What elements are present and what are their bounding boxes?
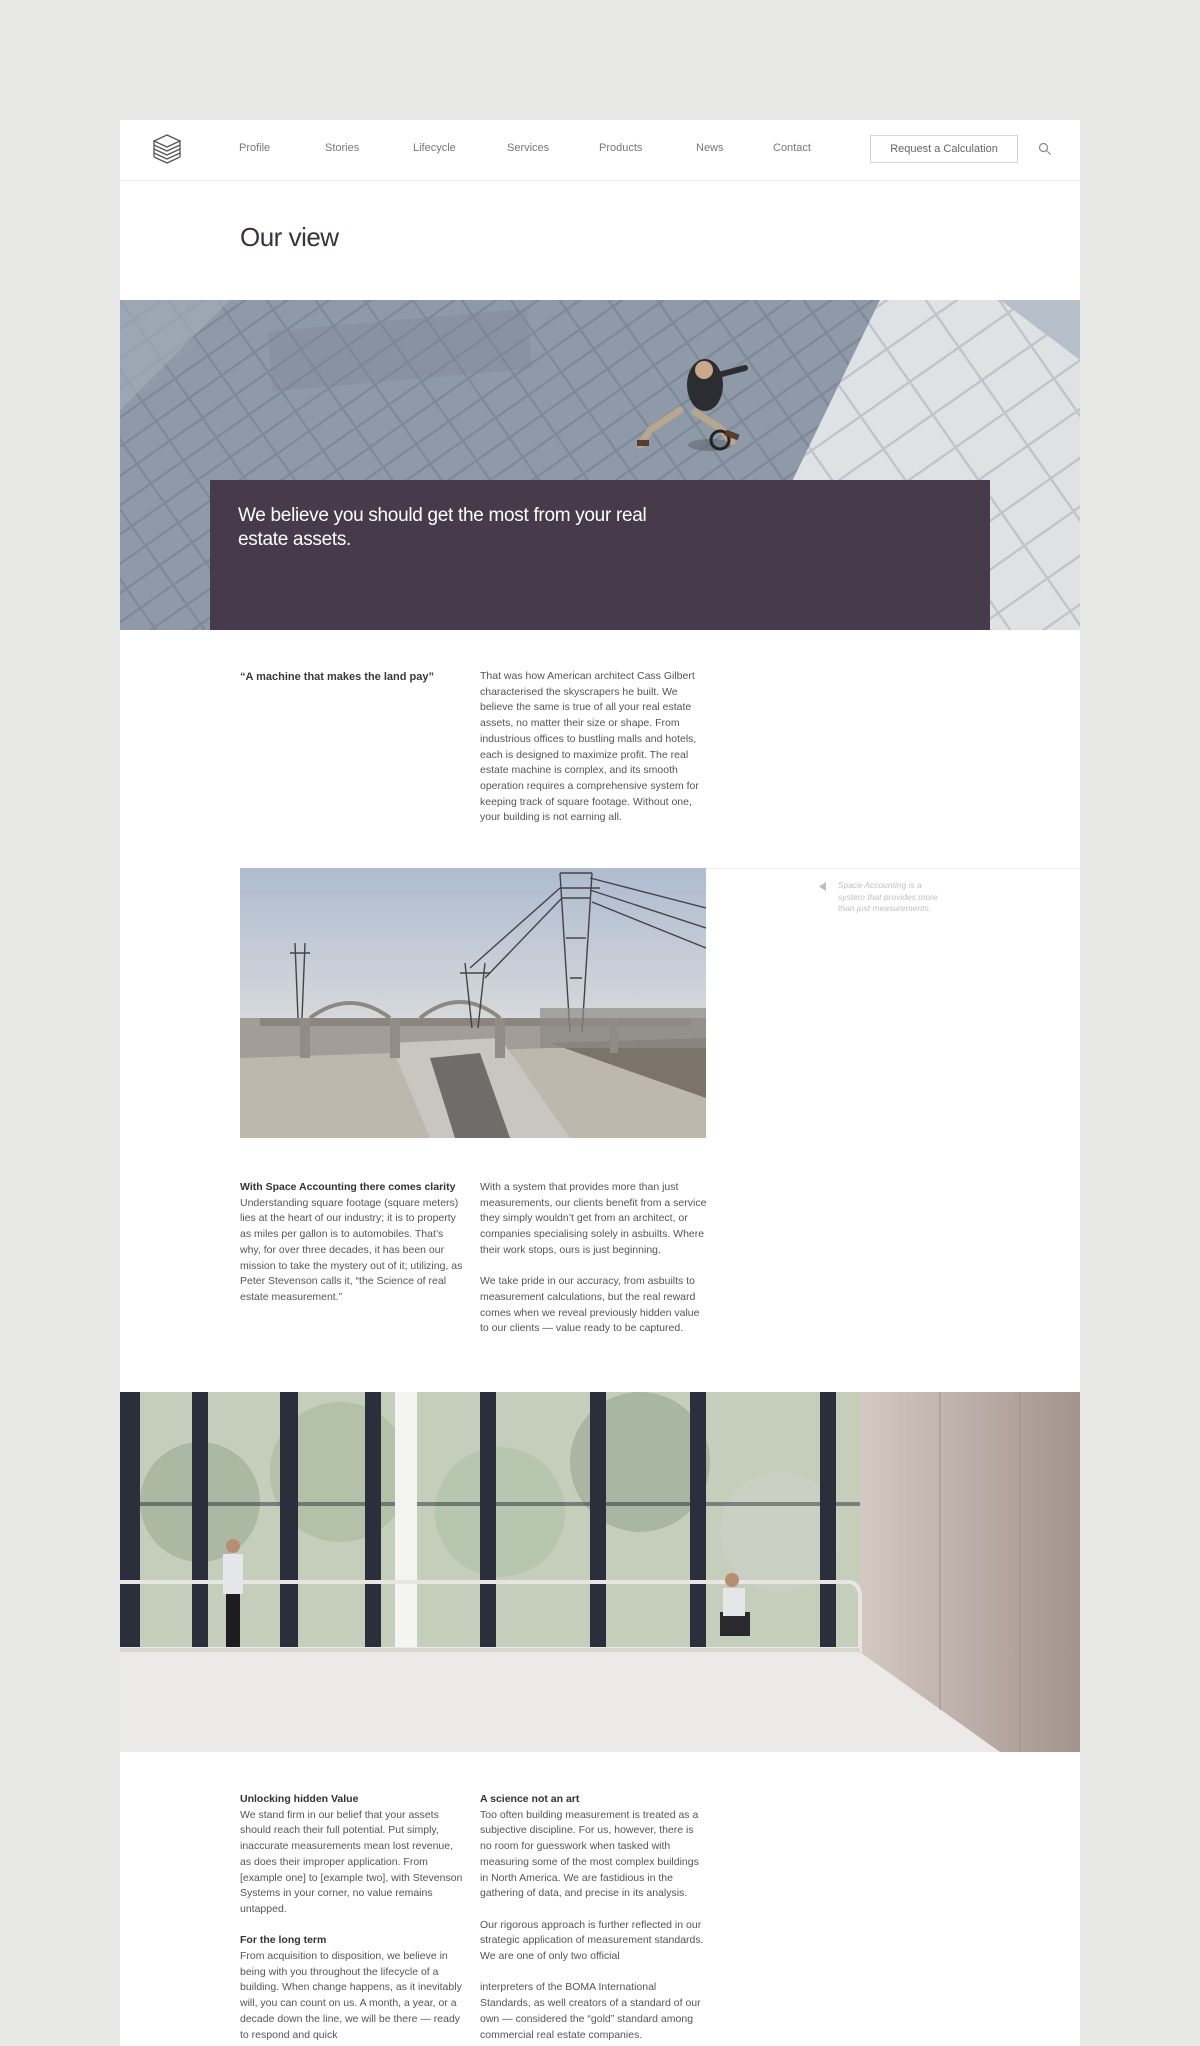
clarity-body-right-p1: With a system that provides more than ju… <box>480 1181 707 1256</box>
hidden-value-heading: Unlocking hidden Value <box>240 1793 359 1805</box>
hero-quote-text: We believe you should get the most from … <box>238 505 647 550</box>
science-heading: A science not an art <box>480 1793 580 1805</box>
clarity-body-right-p2: We take pride in our accuracy, from asbu… <box>480 1275 700 1335</box>
aside-caption: Space Accounting is a system that provid… <box>838 880 938 913</box>
clarity-column-left: With Space Accounting there comes clarit… <box>240 1180 465 1306</box>
divider-line <box>705 868 1080 869</box>
nav-link-products[interactable]: Products <box>599 142 642 154</box>
hero-quote-panel: We believe you should get the most from … <box>210 480 990 630</box>
river-bridge-power-lines-photo <box>240 868 706 1138</box>
caption-arrow-icon <box>819 882 826 891</box>
boma-body: interpreters of the BOMA International S… <box>480 1981 701 2041</box>
nav-link-services[interactable]: Services <box>507 142 549 154</box>
search-icon[interactable] <box>1038 142 1052 156</box>
page-title: Our view <box>240 222 339 252</box>
nav-link-profile[interactable]: Profile <box>239 142 270 154</box>
clarity-heading: With Space Accounting there comes clarit… <box>240 1181 456 1193</box>
nav-link-news[interactable]: News <box>696 142 724 154</box>
intro-lead-quote: “A machine that makes the land pay” <box>240 671 434 683</box>
nav-link-lifecycle[interactable]: Lifecycle <box>413 142 456 154</box>
nav-link-stories[interactable]: Stories <box>325 142 359 154</box>
standards-body: Our rigorous approach is further reflect… <box>480 1918 704 1963</box>
value-column-right: A science not an art Too often building … <box>480 1792 708 2043</box>
request-calculation-button[interactable]: Request a Calculation <box>870 135 1018 163</box>
value-column-left: Unlocking hidden Value We stand firm in … <box>240 1792 465 2043</box>
long-term-body: From acquisition to disposition, we beli… <box>240 1950 462 2041</box>
top-navigation: Profile Stories Lifecycle Services Produ… <box>120 120 1080 181</box>
intro-body-text: That was how American architect Cass Gil… <box>480 670 699 824</box>
science-body: Too often building measurement is treate… <box>480 1808 699 1900</box>
page-container: Profile Stories Lifecycle Services Produ… <box>120 120 1080 2046</box>
nav-link-contact[interactable]: Contact <box>773 142 811 154</box>
stacked-layers-logo-icon[interactable] <box>150 132 184 166</box>
atrium-window-photo <box>120 1392 1080 1752</box>
hidden-value-body: We stand firm in our belief that your as… <box>240 1808 463 1915</box>
clarity-body-left: Understanding square footage (square met… <box>240 1196 463 1303</box>
long-term-heading: For the long term <box>240 1934 327 1947</box>
clarity-column-right: With a system that provides more than ju… <box>480 1180 708 1337</box>
